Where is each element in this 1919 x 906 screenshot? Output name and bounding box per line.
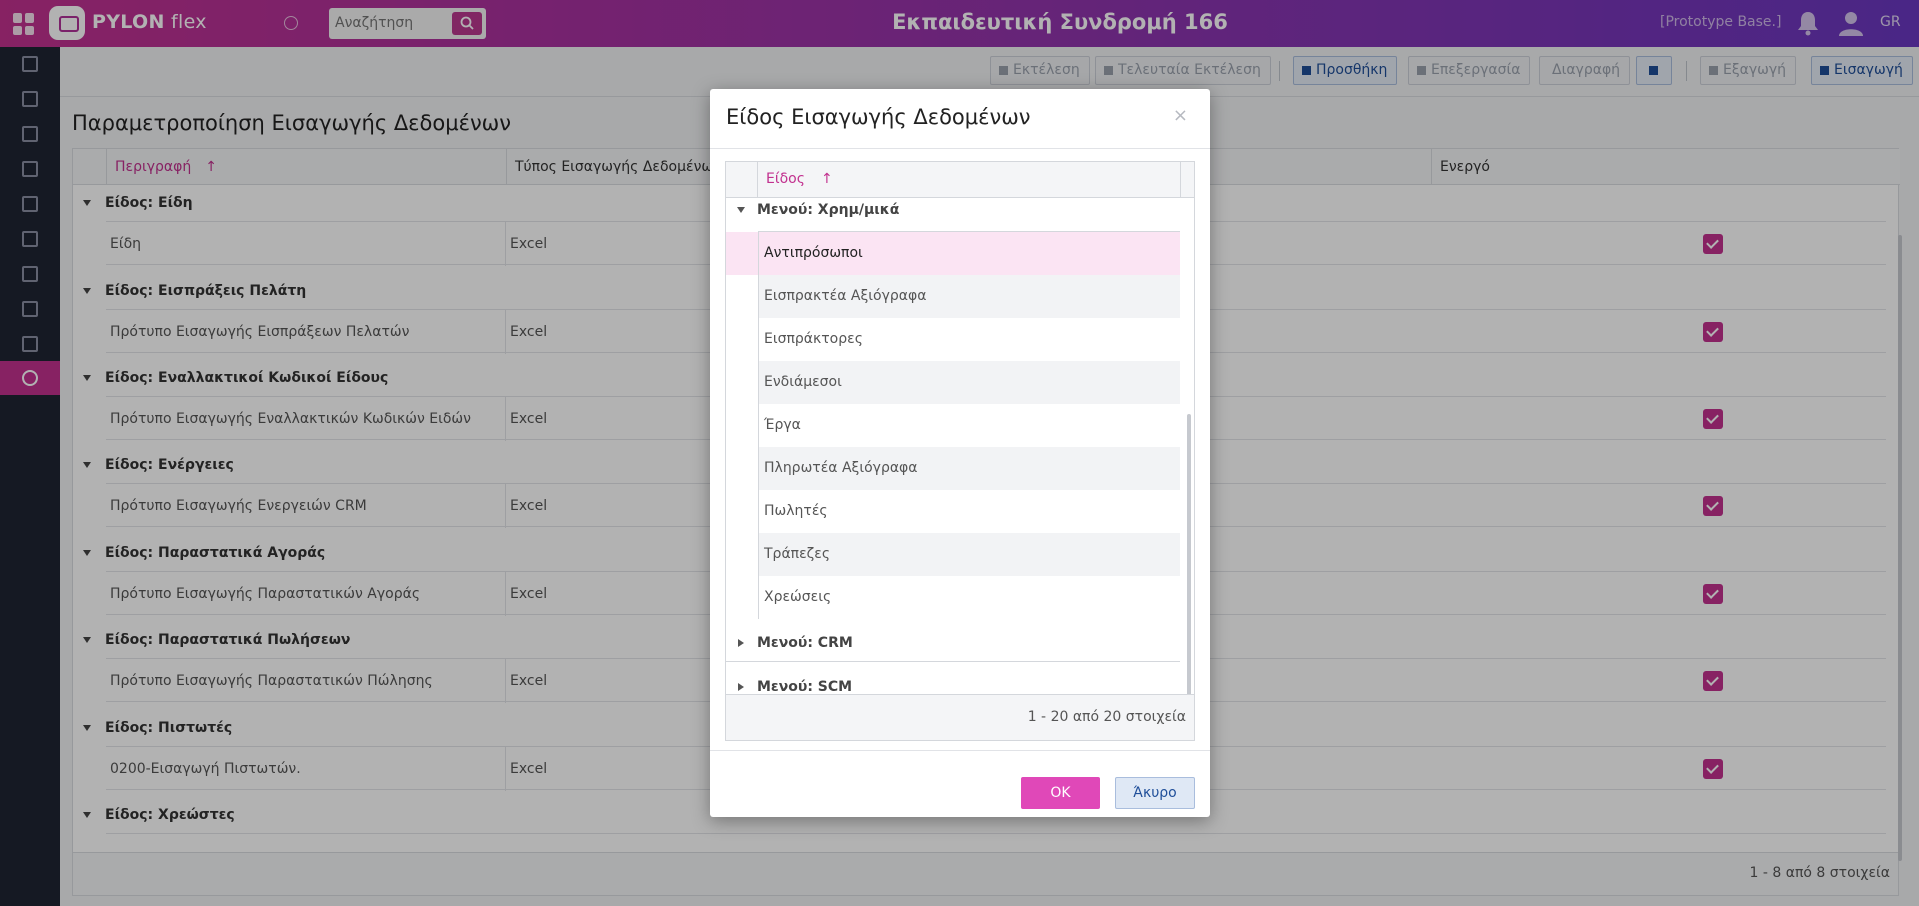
column-header-type[interactable]: Είδος: [766, 171, 805, 187]
list-item[interactable]: Τράπεζες: [758, 533, 1180, 576]
import-type-dialog: Είδος Εισαγωγής Δεδομένων × Είδος ↑ Μενο…: [710, 89, 1210, 817]
row-divider: [726, 661, 1180, 662]
list-item[interactable]: Εισπρακτέα Αξιόγραφα: [758, 275, 1180, 318]
list-pager-info: 1 - 20 από 20 στοιχεία: [1027, 709, 1186, 725]
group-header-finance[interactable]: Μενού: Χρημ/μικά: [726, 198, 1180, 234]
ok-button[interactable]: OK: [1021, 777, 1100, 809]
list-item[interactable]: Χρεώσεις: [758, 576, 1180, 619]
import-type-list: Είδος ↑ Μενού: Χρημ/μικά Αντιπρόσωποι Ει…: [725, 161, 1195, 741]
list-pager: 1 - 20 από 20 στοιχεία: [726, 694, 1194, 740]
list-item[interactable]: Έργα: [758, 404, 1180, 447]
close-icon[interactable]: ×: [1173, 105, 1188, 126]
cancel-button[interactable]: Άκυρο: [1115, 777, 1195, 809]
list-item[interactable]: Πωλητές: [758, 490, 1180, 533]
column-divider: [758, 232, 759, 619]
list-item[interactable]: Πληρωτέα Αξιόγραφα: [758, 447, 1180, 490]
dialog-title: Είδος Εισαγωγής Δεδομένων: [726, 105, 1031, 129]
list-item[interactable]: Ενδιάμεσοι: [758, 361, 1180, 404]
list-item-selected[interactable]: Αντιπρόσωποι: [758, 232, 1180, 275]
selected-row-indicator: [726, 232, 758, 275]
sort-asc-icon: ↑: [821, 171, 833, 187]
list-scrollbar[interactable]: [1187, 414, 1191, 702]
list-item[interactable]: Εισπράκτορες: [758, 318, 1180, 361]
list-header-spacer: [726, 162, 758, 198]
dialog-divider: [710, 148, 1210, 149]
list-header-divider: [1180, 162, 1181, 198]
dialog-footer-divider: [710, 750, 1210, 751]
list-header: Είδος ↑: [726, 162, 1194, 198]
